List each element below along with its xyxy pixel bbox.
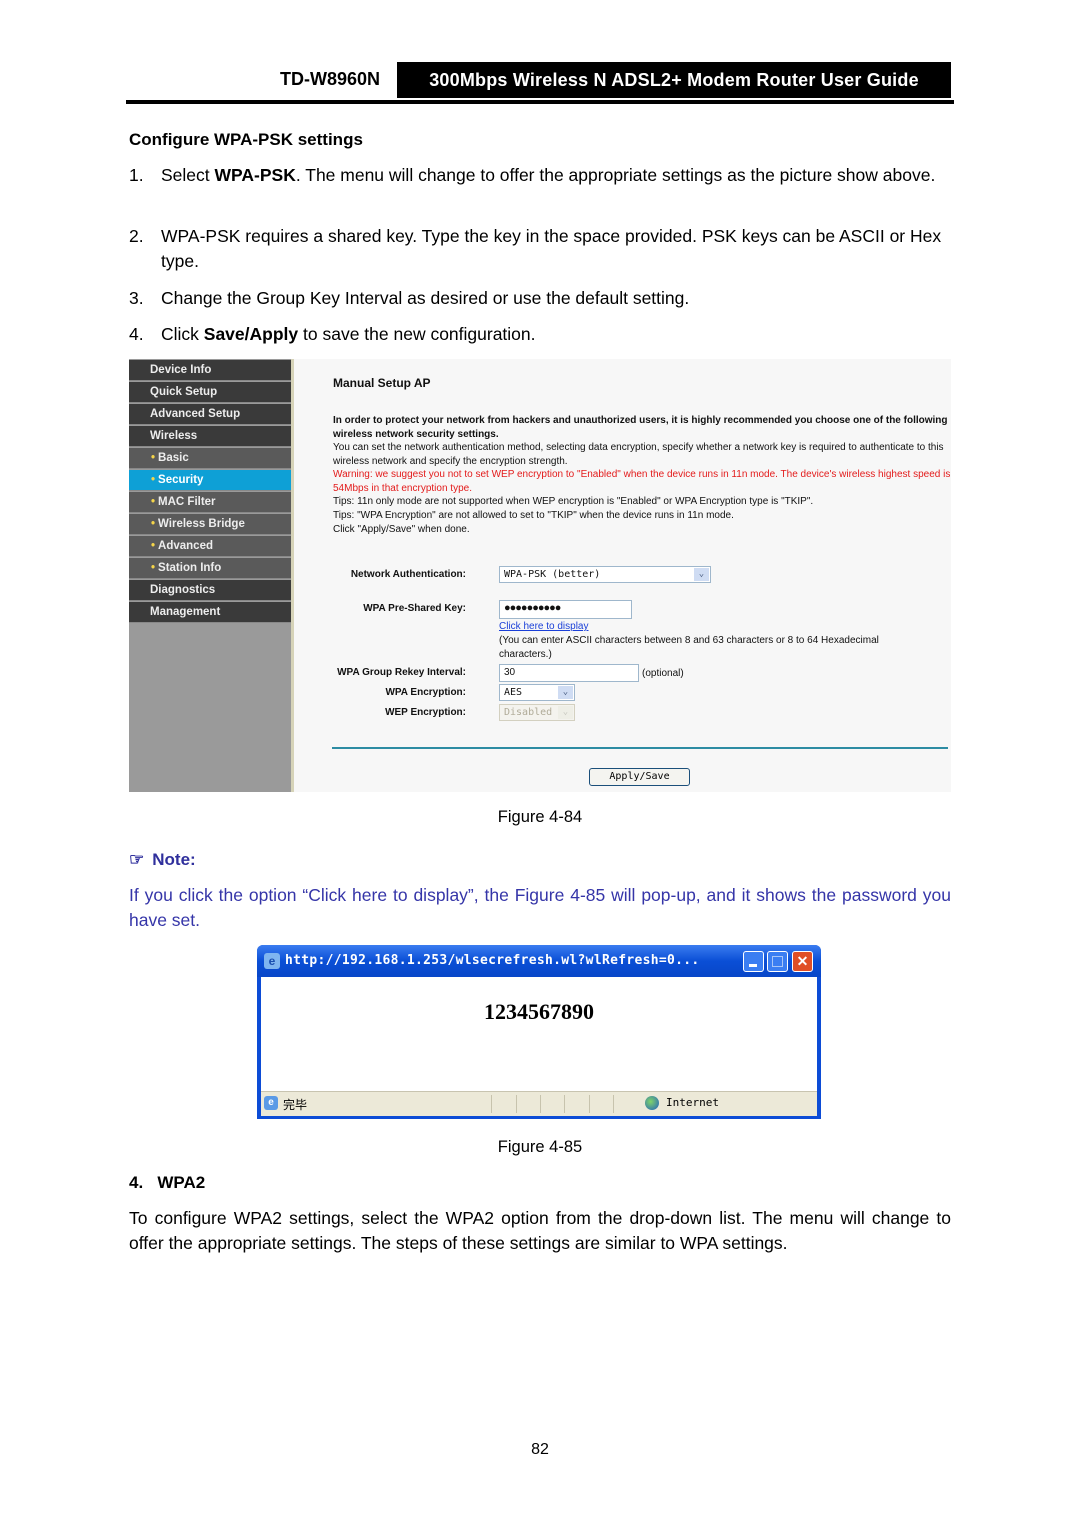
status-zone: Internet	[666, 1096, 719, 1109]
router-intro-bold: In order to protect your network from ha…	[333, 415, 948, 440]
sidebar-item-station-info[interactable]: • Station Info	[129, 558, 291, 579]
popup-titlebar[interactable]: e http://192.168.1.253/wlsecrefresh.wl?w…	[257, 945, 821, 977]
header-rule	[126, 100, 954, 104]
psk-label: WPA Pre-Shared Key:	[363, 603, 466, 614]
status-text: 完毕	[283, 1098, 308, 1112]
pointing-hand-icon: ☞	[129, 850, 145, 869]
router-warning: Warning: we suggest you not to set WEP e…	[333, 469, 951, 494]
sidebar-item-label: Advanced Setup	[150, 408, 241, 420]
sidebar-item-advanced[interactable]: • Advanced	[129, 536, 291, 557]
ie-icon: e	[264, 953, 280, 969]
router-tip-2: Tips: "WPA Encryption" are not allowed t…	[333, 510, 734, 521]
psk-hint: (You can enter ASCII characters between …	[499, 635, 879, 660]
router-intro-text: You can set the network authentication m…	[333, 442, 944, 467]
wep-enc-label: WEP Encryption:	[385, 707, 466, 718]
minimize-button[interactable]	[743, 951, 764, 972]
rekey-input[interactable]: 30	[499, 664, 639, 682]
bullet-icon: •	[151, 452, 156, 464]
sidebar-item-management[interactable]: Management	[129, 602, 291, 623]
content-divider	[332, 747, 948, 749]
figure-caption-85: Figure 4-85	[497, 1138, 583, 1156]
bullet-icon: •	[151, 496, 156, 508]
step-2: 2. WPA-PSK requires a shared key. Type t…	[129, 226, 942, 271]
wep-enc-select: Disabled ⌄	[499, 704, 575, 721]
wpa-enc-label: WPA Encryption:	[385, 687, 466, 698]
sidebar-item-diagnostics[interactable]: Diagnostics	[129, 580, 291, 601]
sidebar-item-advanced-setup[interactable]: Advanced Setup	[129, 404, 291, 425]
sidebar-item-label: Wireless Bridge	[158, 518, 245, 530]
sidebar-item-security[interactable]: • Security	[129, 470, 291, 491]
display-key-link[interactable]: Click here to display	[499, 621, 588, 632]
chevron-down-icon: ⌄	[558, 686, 573, 699]
auth-label: Network Authentication:	[350, 569, 466, 580]
step-3: 3. Change the Group Key Interval as desi…	[129, 288, 690, 308]
section-title: Configure WPA-PSK settings	[129, 130, 363, 149]
sidebar-item-label: Basic	[158, 452, 189, 464]
note-heading: ☞ Note:	[129, 850, 196, 869]
wpa-enc-select[interactable]: AES ⌄	[499, 684, 575, 701]
sidebar-item-basic[interactable]: • Basic	[129, 448, 291, 469]
globe-icon	[645, 1096, 659, 1110]
bullet-icon: •	[151, 562, 156, 574]
popup-body: 1234567890	[261, 977, 817, 1091]
sidebar-item-label: Quick Setup	[150, 386, 218, 398]
ie-page-icon: e	[264, 1096, 278, 1110]
router-page-title: Manual Setup AP	[333, 376, 431, 390]
step-1: 1. Select WPA-PSK. The menu will change …	[129, 165, 936, 185]
sidebar-item-wireless-bridge[interactable]: • Wireless Bridge	[129, 514, 291, 535]
router-tip-3: Click "Apply/Save" when done.	[333, 524, 470, 535]
popup-window: e http://192.168.1.253/wlsecrefresh.wl?w…	[257, 945, 821, 1119]
router-screenshot: Device Info Quick Setup Advanced Setup Wire…	[129, 359, 951, 792]
bullet-icon: •	[151, 540, 156, 552]
sidebar-item-label: Station Info	[158, 562, 222, 574]
bullet-icon: •	[151, 474, 156, 486]
sidebar-item-label: Wireless	[150, 430, 198, 442]
router-sidebar: Device Info Quick Setup Advanced Setup Wire…	[129, 359, 294, 792]
router-tip-1: Tips: 11n only mode are not supported wh…	[333, 496, 814, 507]
rekey-optional: (optional)	[642, 668, 684, 679]
wpa2-text: To configure WPA2 settings, select the W…	[129, 1208, 951, 1253]
apply-save-button[interactable]: Apply/Save	[589, 768, 690, 786]
psk-input[interactable]: ●●●●●●●●●●	[499, 600, 632, 619]
maximize-button[interactable]	[767, 951, 788, 972]
step-4: 4. Click Save/Apply to save the new conf…	[129, 324, 536, 344]
sidebar-item-label: Device Info	[150, 364, 212, 376]
sidebar-item-label: MAC Filter	[158, 496, 216, 508]
sidebar-item-label: Advanced	[158, 540, 213, 552]
router-content: Manual Setup AP In order to protect your…	[294, 359, 951, 792]
auth-select[interactable]: WPA-PSK (better) ⌄	[499, 566, 711, 583]
sidebar-item-device-info[interactable]: Device Info	[129, 360, 291, 381]
sidebar-item-label: Security	[158, 474, 204, 486]
bullet-icon: •	[151, 518, 156, 530]
sidebar-item-mac-filter[interactable]: • MAC Filter	[129, 492, 291, 513]
header-model: TD-W8960N	[280, 69, 381, 89]
sidebar-item-label: Diagnostics	[150, 584, 216, 596]
sidebar-item-quick-setup[interactable]: Quick Setup	[129, 382, 291, 403]
close-button[interactable]: ✕	[792, 951, 813, 972]
sidebar-item-wireless[interactable]: Wireless	[129, 426, 291, 447]
figure-caption-84: Figure 4-84	[497, 808, 583, 826]
rekey-label: WPA Group Rekey Interval:	[337, 667, 466, 678]
page-number: 82	[531, 1441, 549, 1458]
close-icon: ✕	[796, 953, 809, 969]
sidebar-item-label: Management	[150, 606, 221, 618]
chevron-down-icon: ⌄	[558, 706, 573, 719]
password-display: 1234567890	[484, 999, 594, 1024]
note-text: If you click the option “Click here to d…	[129, 885, 951, 930]
popup-statusbar: e 完毕 Internet	[261, 1091, 817, 1116]
header-title: 300Mbps Wireless N ADSL2+ Modem Router U…	[397, 62, 951, 98]
popup-title: http://192.168.1.253/wlsecrefresh.wl?wlR…	[285, 953, 700, 968]
wpa2-heading: 4. WPA2	[129, 1173, 206, 1192]
chevron-down-icon: ⌄	[694, 568, 709, 581]
